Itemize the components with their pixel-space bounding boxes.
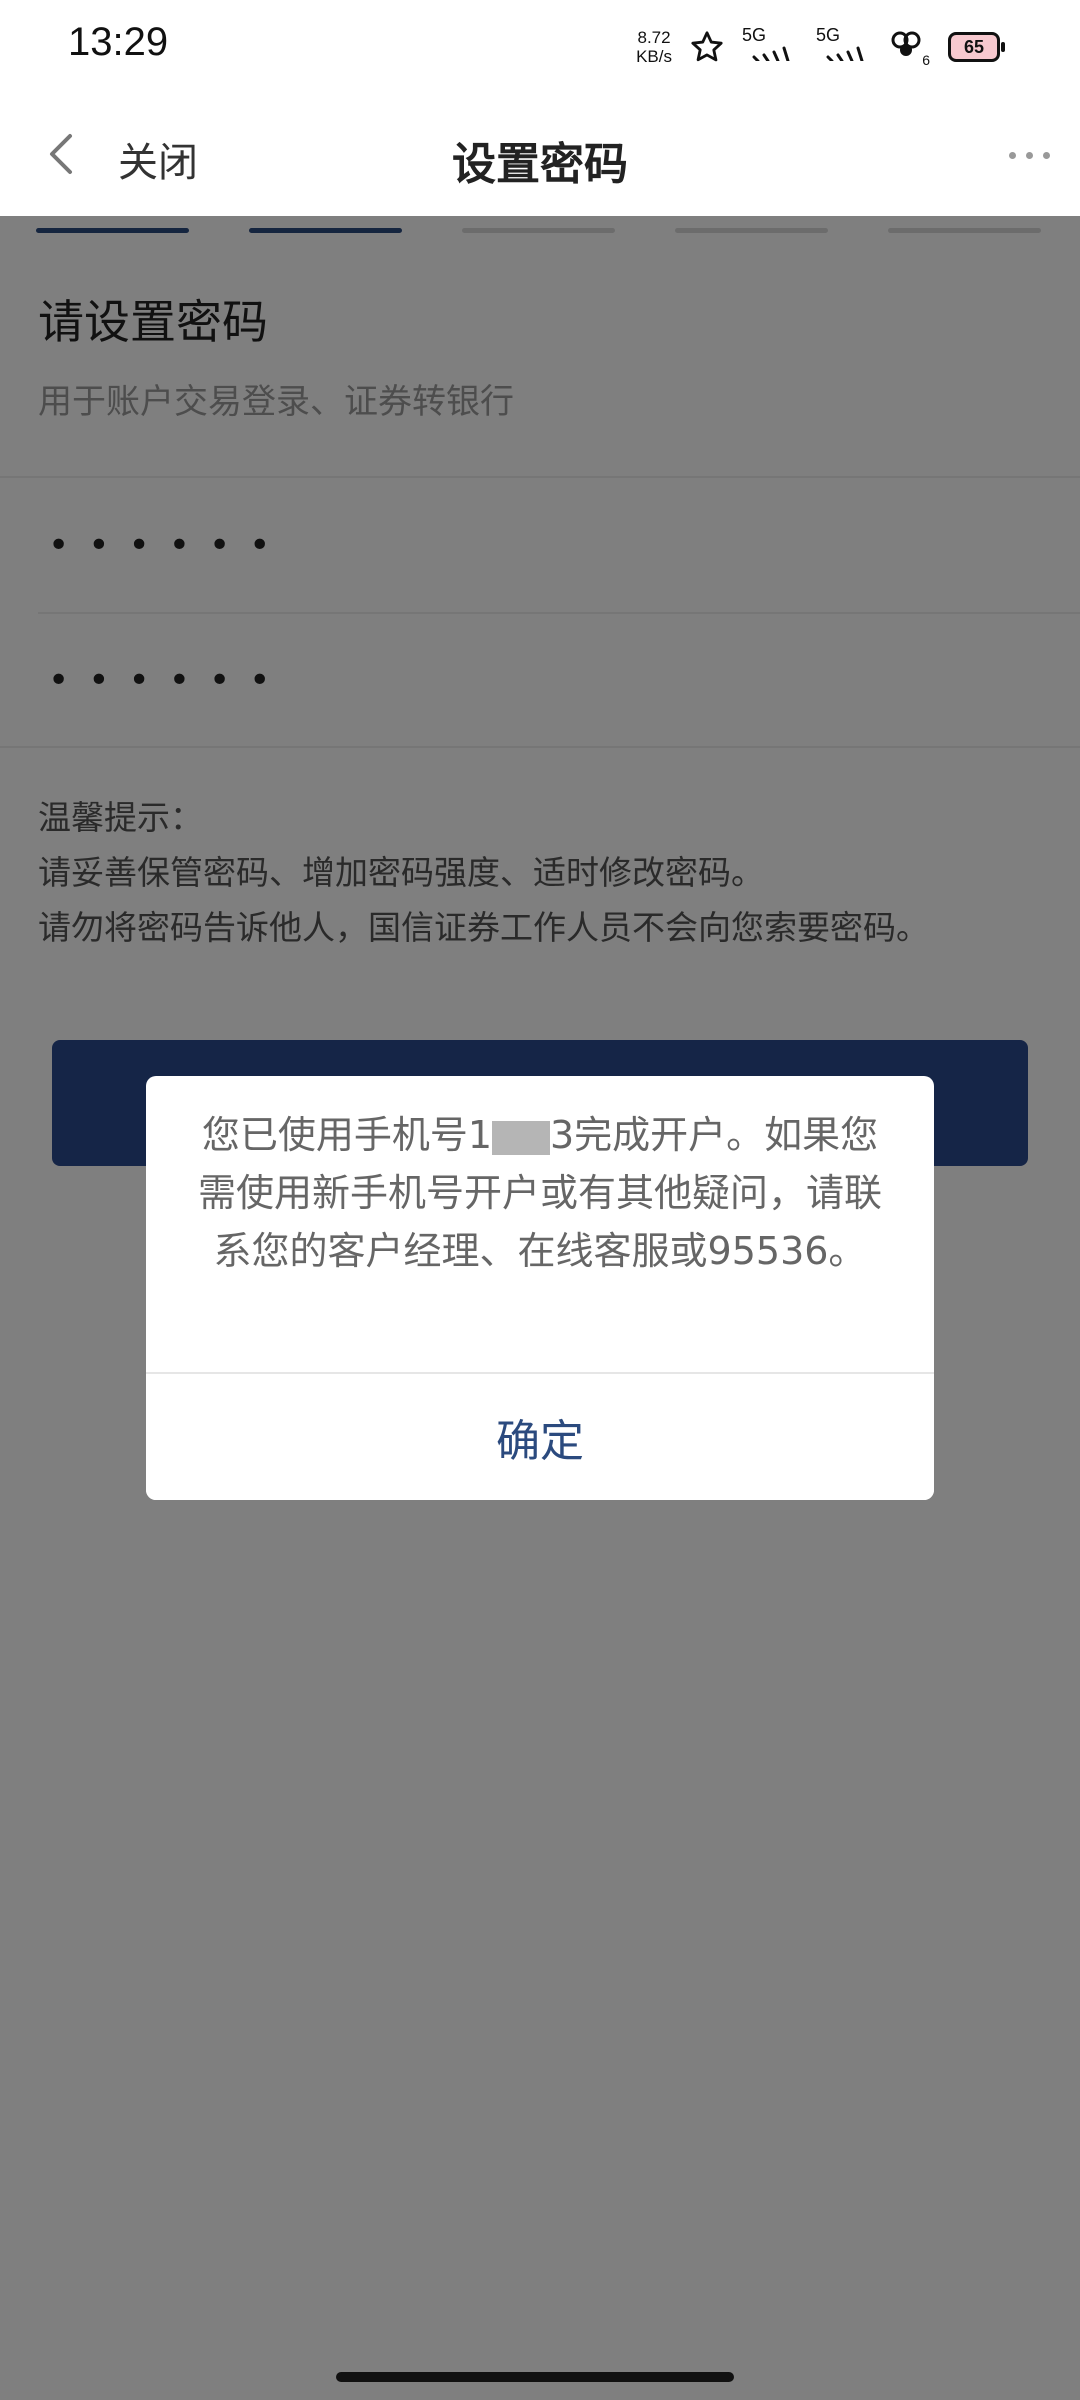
wifi-sub-label: 6 [922, 52, 930, 68]
more-options-icon[interactable] [1009, 152, 1050, 159]
signal-bars-icon [826, 46, 864, 61]
alert-dialog: 您已使用手机号1 3完成开户。如果您需使用新手机号开户或有其他疑问，请联系您的客户… [146, 1076, 934, 1500]
status-time: 13:29 [68, 20, 169, 64]
network-speed-unit: KB/s [636, 47, 672, 66]
status-icons: 8.72 KB/s 5G 5G 6 65 [636, 22, 1005, 72]
signal-5g-label: 5G [742, 25, 767, 45]
star-icon [691, 31, 723, 62]
wifi-icon [891, 31, 921, 56]
wifi-indicator: 6 [890, 30, 930, 68]
more-dot [1043, 152, 1050, 159]
confirm-button[interactable]: 确定 [146, 1374, 934, 1500]
battery-icon: 65 [948, 32, 1005, 62]
dialog-message-prefix: 您已使用手机号1 [201, 1113, 492, 1157]
more-dot [1009, 152, 1016, 159]
network-speed: 8.72 KB/s [636, 28, 672, 66]
signal-bars-icon [752, 46, 790, 61]
nav-bar: 关闭 设置密码 [0, 90, 1080, 216]
page-title: 设置密码 [452, 139, 628, 190]
redacted-phone [492, 1120, 550, 1155]
signal-5g-1: 5G [742, 25, 798, 67]
more-dot [1026, 152, 1033, 159]
status-bar: 13:29 8.72 KB/s 5G 5G 6 65 [0, 0, 1080, 90]
signal-5g-label: 5G [816, 25, 841, 45]
battery-level: 65 [963, 36, 985, 57]
signal-5g-2: 5G [816, 25, 872, 67]
network-speed-value: 8.72 [637, 28, 671, 47]
dialog-message: 您已使用手机号1 3完成开户。如果您需使用新手机号开户或有其他疑问，请联系您的客户… [196, 1106, 884, 1280]
